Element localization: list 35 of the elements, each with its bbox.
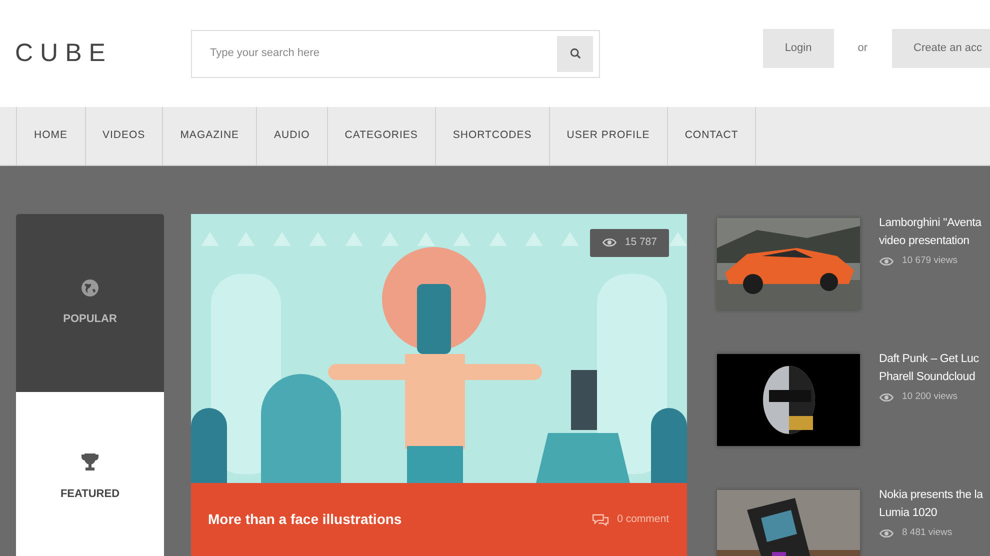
globe-icon (81, 278, 99, 297)
video-title[interactable]: Nokia presents the la (879, 486, 990, 504)
eye-icon (879, 256, 894, 266)
eye-icon (879, 528, 894, 538)
video-title[interactable]: Lamborghini "Aventa (879, 214, 990, 232)
view-count: 15 787 (590, 229, 669, 257)
nav-link[interactable]: VIDEOS (84, 107, 162, 165)
sidebar-tab[interactable]: POPULAR (16, 214, 164, 392)
view-count: 10 200 views (879, 390, 990, 404)
search-button[interactable] (557, 36, 593, 72)
eye-icon (879, 392, 894, 402)
eye-icon (602, 238, 617, 248)
view-count: 10 679 views (879, 254, 990, 268)
trophy-icon (80, 452, 100, 472)
video-title[interactable]: Pharell Soundcloud (879, 368, 990, 386)
video-title[interactable]: Lumia 1020 (879, 504, 990, 522)
nav-link[interactable]: AUDIO (256, 107, 327, 165)
nav-link[interactable]: MAGAZINE (162, 107, 256, 165)
sidebar-tab[interactable]: FEATURED (16, 392, 164, 556)
nav-link[interactable]: CONTACT (666, 107, 756, 165)
video-title[interactable]: Daft Punk – Get Luc (879, 350, 990, 368)
login-button[interactable]: Login (762, 29, 834, 68)
search-icon (570, 48, 580, 59)
nav-link[interactable]: SHORTCODES (434, 107, 549, 165)
nav-link[interactable]: USER PROFILE (548, 107, 667, 165)
create-account-button[interactable]: Create an acc (892, 29, 990, 68)
view-count: 8 481 views (879, 526, 990, 540)
comments-icon (592, 513, 610, 526)
nav-link[interactable]: CATEGORIES (326, 107, 435, 165)
search-bar[interactable]: Type your search here (191, 30, 600, 78)
or-label: or (858, 41, 868, 56)
nav-link[interactable]: HOME (16, 107, 84, 165)
article-title[interactable]: More than a face illustrations (208, 509, 402, 530)
video-title[interactable]: video presentation (879, 232, 990, 250)
logo: CUBE (15, 38, 114, 69)
